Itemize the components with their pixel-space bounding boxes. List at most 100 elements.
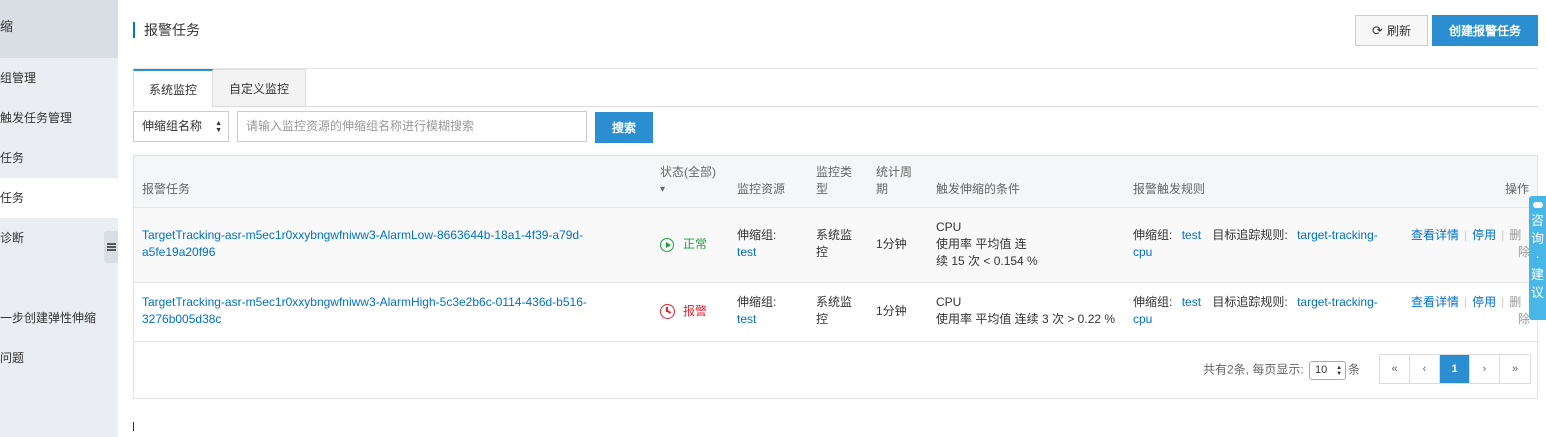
rule-group-link[interactable]: test	[1182, 228, 1201, 242]
type-cell: 系统监 控	[816, 294, 852, 328]
page-next-button[interactable]: ›	[1470, 355, 1500, 383]
disable-link[interactable]: 停用	[1472, 228, 1496, 242]
refresh-icon: ⟳	[1372, 22, 1383, 38]
task-name-link[interactable]: TargetTracking-asr-m5ec1r0xxybngwfniww3-…	[142, 294, 587, 328]
disable-link[interactable]: 停用	[1472, 295, 1496, 309]
chevron-down-icon: ▾	[660, 184, 666, 195]
tab-system-monitor[interactable]: 系统监控	[133, 69, 213, 108]
delete-link[interactable]: 删	[1509, 228, 1521, 242]
task-name-line2: 3276b005d38c	[142, 312, 222, 326]
view-detail-link[interactable]: 查看详情	[1411, 295, 1459, 309]
status-text: 报警	[683, 304, 708, 318]
tab-bar: 系统监控 自定义监控	[133, 69, 1538, 108]
task-name-line1: TargetTracking-asr-m5ec1r0xxybngwfniww3-…	[142, 228, 584, 242]
main-content: 报警任务 ⟳ 刷新 创建报警任务 系统监控 自定义监控 伸缩组名称 ▲ ▼ 请输入…	[133, 0, 1538, 437]
period-cell: 1分钟	[876, 237, 907, 251]
rule-target-link[interactable]: target-tracking-	[1297, 295, 1378, 309]
page-last-button[interactable]: »	[1500, 355, 1530, 383]
sidebar-item-quick-create[interactable]: 一步创建弹性伸缩	[0, 298, 118, 338]
col-header-task: 报警任务	[142, 182, 191, 196]
col-header-period-line1: 统计周	[876, 165, 913, 179]
select-arrows-icon: ▲ ▼	[215, 120, 222, 134]
status-text: 正常	[683, 237, 708, 251]
task-name-line2: a5fe19a20f96	[142, 245, 216, 259]
refresh-label: 刷新	[1386, 24, 1411, 38]
task-name-line1: TargetTracking-asr-m5ec1r0xxybngwfniww3-…	[142, 295, 587, 309]
sidebar-item-diagnosis[interactable]: 诊断	[0, 218, 118, 258]
feedback-char: 询	[1530, 231, 1544, 246]
col-header-period-line2: 期	[876, 182, 889, 196]
col-header-type-line2: 型	[816, 182, 829, 196]
page-title: 报警任务	[133, 22, 200, 38]
create-alarm-task-button[interactable]: 创建报警任务	[1432, 15, 1538, 46]
col-header-resource: 监控资源	[737, 182, 786, 196]
pagination-summary-suffix: 条	[1348, 362, 1361, 377]
feedback-char: ·	[1535, 249, 1540, 264]
task-name-link[interactable]: TargetTracking-asr-m5ec1r0xxybngwfniww3-…	[142, 227, 583, 261]
sidebar-header: 缩	[0, 0, 118, 58]
alarm-clock-icon	[660, 304, 675, 319]
search-button[interactable]: 搜索	[595, 112, 653, 143]
search-field-select[interactable]: 伸缩组名称 ▲ ▼	[133, 111, 229, 142]
condition-cell: CPU 使用率 平均值 连 续 15 次 < 0.154 %	[936, 219, 1038, 270]
rule-target-label: 目标追踪规则:	[1212, 228, 1288, 242]
resource-cell: 伸缩组: test	[737, 294, 776, 328]
type-line2: 控	[816, 245, 829, 259]
resource-link[interactable]: test	[737, 311, 776, 328]
rule-target-link-line2[interactable]: cpu	[1133, 311, 1398, 328]
ops-cell: 查看详情 | 停用 | 删 除	[1411, 294, 1537, 328]
refresh-button[interactable]: ⟳ 刷新	[1355, 15, 1428, 46]
sidebar-item-alarm-task[interactable]: 任务	[0, 178, 118, 218]
sidebar-item-task[interactable]: 任务	[0, 138, 118, 178]
page-size-select[interactable]: 10 ▲ ▼	[1309, 361, 1347, 380]
feedback-char: 咨	[1530, 213, 1544, 228]
col-header-condition: 触发伸缩的条件	[936, 182, 1021, 196]
type-line1: 系统监	[816, 295, 853, 309]
resource-label: 伸缩组:	[737, 295, 777, 309]
table-row: TargetTracking-asr-m5ec1r0xxybngwfniww3-…	[134, 208, 1537, 283]
sidebar-item-blank	[0, 258, 118, 298]
table-row: TargetTracking-asr-m5ec1r0xxybngwfniww3-…	[134, 283, 1537, 342]
delete-link-line2[interactable]: 除	[1411, 244, 1537, 261]
page-prev-button[interactable]: ‹	[1410, 355, 1440, 383]
view-detail-link[interactable]: 查看详情	[1411, 228, 1459, 242]
feedback-char: 建	[1530, 267, 1544, 282]
condition-line2: 使用率 平均值 连续 3 次 > 0.22 %	[936, 312, 1116, 326]
text-cursor	[133, 422, 134, 431]
feedback-char: 议	[1530, 285, 1544, 300]
title-bar: 报警任务 ⟳ 刷新 创建报警任务	[133, 15, 1538, 69]
search-input[interactable]: 请输入监控资源的伸缩组名称进行模糊搜索	[237, 111, 587, 142]
page-size-value: 10	[1315, 364, 1328, 376]
rule-target-link[interactable]: target-tracking-	[1297, 228, 1378, 242]
sidebar: 缩 组管理 触发任务管理 任务 任务 诊断 一步创建弹性伸缩 问题	[0, 0, 118, 437]
rule-target-link-line2[interactable]: cpu	[1133, 244, 1398, 261]
condition-cell: CPU 使用率 平均值 连续 3 次 > 0.22 %	[936, 294, 1115, 328]
pagination-summary-prefix: 共有2条, 每页显示:	[1203, 362, 1304, 377]
resource-label: 伸缩组:	[737, 228, 777, 242]
menu-collapse-icon[interactable]	[104, 231, 118, 263]
rule-target-label: 目标追踪规则:	[1212, 295, 1288, 309]
delete-link[interactable]: 删	[1509, 295, 1521, 309]
table-header: 报警任务 状态(全部) ▾ 监控资源 监控类 型 统计周 期 触发伸缩的条件 报…	[134, 156, 1537, 208]
status-cell: 正常	[660, 236, 707, 253]
page-first-button[interactable]: «	[1380, 355, 1410, 383]
col-header-ops: 操作	[1505, 182, 1530, 196]
select-arrows-icon: ▲ ▼	[1336, 365, 1343, 377]
page-current-button[interactable]: 1	[1440, 355, 1470, 383]
sidebar-item-trigger-task-management[interactable]: 触发任务管理	[0, 98, 118, 138]
feedback-widget[interactable]: 咨 询 · 建 议	[1529, 196, 1546, 320]
ops-cell: 查看详情 | 停用 | 删 除	[1411, 227, 1537, 261]
type-line1: 系统监	[816, 228, 853, 242]
resource-link[interactable]: test	[737, 244, 776, 261]
delete-link-line2[interactable]: 除	[1411, 311, 1537, 328]
sidebar-item-group-management[interactable]: 组管理	[0, 58, 118, 98]
rule-group-link[interactable]: test	[1182, 295, 1201, 309]
resource-cell: 伸缩组: test	[737, 227, 776, 261]
col-header-type-line1: 监控类	[816, 165, 853, 179]
pagination-summary: 共有2条, 每页显示: 10 ▲ ▼ 条	[1203, 361, 1360, 380]
tab-custom-monitor[interactable]: 自定义监控	[213, 69, 306, 107]
sidebar-item-faq[interactable]: 问题	[0, 338, 118, 378]
col-header-status[interactable]: 状态(全部) ▾	[660, 164, 716, 198]
type-cell: 系统监 控	[816, 227, 852, 261]
period-cell: 1分钟	[876, 304, 907, 318]
